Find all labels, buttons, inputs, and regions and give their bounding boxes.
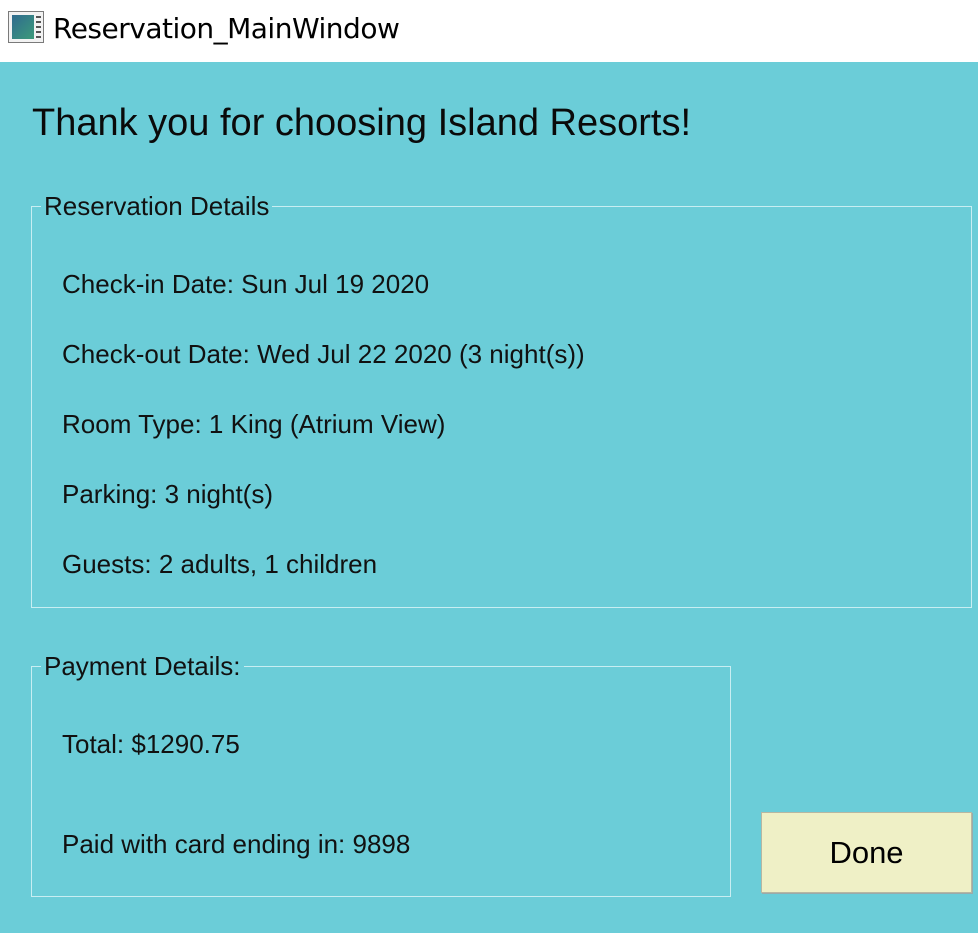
main-window: Reservation_MainWindow Thank you for cho… — [0, 0, 978, 933]
reservation-details-legend: Reservation Details — [44, 191, 270, 221]
guests-info: Guests: 2 adults, 1 children — [62, 549, 378, 579]
parking-info: Parking: 3 night(s) — [62, 479, 273, 509]
check-out-date: Check-out Date: Wed Jul 22 2020 (3 night… — [62, 339, 585, 369]
done-button[interactable]: Done — [761, 812, 972, 893]
title-bar[interactable]: Reservation_MainWindow — [0, 0, 978, 62]
window-content: Thank you for choosing Island Resorts! R… — [0, 62, 978, 933]
window-title: Reservation_MainWindow — [53, 12, 400, 45]
app-window-icon — [8, 11, 44, 43]
payment-details-legend: Payment Details: — [44, 651, 241, 681]
payment-total: Total: $1290.75 — [62, 729, 240, 759]
room-type: Room Type: 1 King (Atrium View) — [62, 409, 446, 439]
reservation-details-group: Reservation Details Check-in Date: Sun J… — [31, 191, 972, 608]
card-info: Paid with card ending in: 9898 — [62, 829, 411, 859]
page-title: Thank you for choosing Island Resorts! — [32, 102, 692, 144]
payment-details-group: Payment Details: Total: $1290.75 Paid wi… — [31, 651, 731, 897]
check-in-date: Check-in Date: Sun Jul 19 2020 — [62, 269, 430, 299]
